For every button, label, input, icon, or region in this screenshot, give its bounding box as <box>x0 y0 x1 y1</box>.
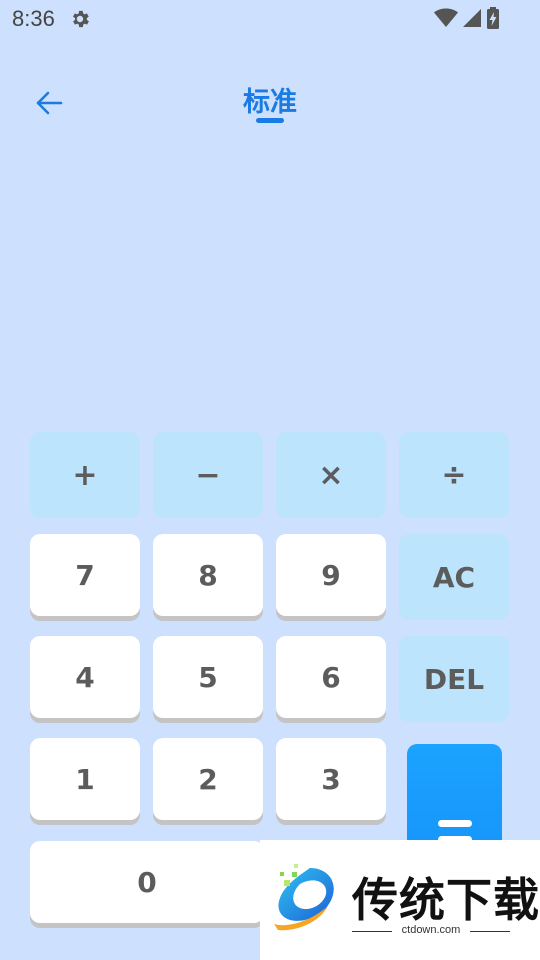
ctdown-logo-icon <box>270 862 342 938</box>
watermark-url: ctdown.com <box>352 924 510 936</box>
multiply-button[interactable]: × <box>276 432 386 518</box>
status-bar: 8:36 <box>0 0 540 38</box>
watermark-brand: 传统下载 <box>352 873 540 927</box>
digit-5-button[interactable]: 5 <box>153 636 263 718</box>
delete-button[interactable]: DEL <box>399 636 509 722</box>
status-time: 8:36 <box>12 6 55 31</box>
plus-button[interactable]: + <box>30 432 140 518</box>
digit-9-button[interactable]: 9 <box>276 534 386 616</box>
minus-button[interactable]: − <box>153 432 263 518</box>
battery-charging-icon <box>486 7 500 33</box>
digit-2-button[interactable]: 2 <box>153 738 263 820</box>
page-title: 标准 <box>243 87 297 118</box>
divide-button[interactable]: ÷ <box>399 432 509 518</box>
clear-button[interactable]: AC <box>399 534 509 620</box>
digit-3-button[interactable]: 3 <box>276 738 386 820</box>
settings-icon <box>69 8 91 34</box>
digit-4-button[interactable]: 4 <box>30 636 140 718</box>
digit-0-button[interactable]: 0 <box>30 841 264 923</box>
title-underline <box>256 118 284 123</box>
watermark: 传统下载 ctdown.com <box>260 840 540 960</box>
wifi-icon <box>434 8 458 32</box>
digit-1-button[interactable]: 1 <box>30 738 140 820</box>
digit-6-button[interactable]: 6 <box>276 636 386 718</box>
digit-7-button[interactable]: 7 <box>30 534 140 616</box>
signal-icon <box>462 8 482 32</box>
digit-8-button[interactable]: 8 <box>153 534 263 616</box>
